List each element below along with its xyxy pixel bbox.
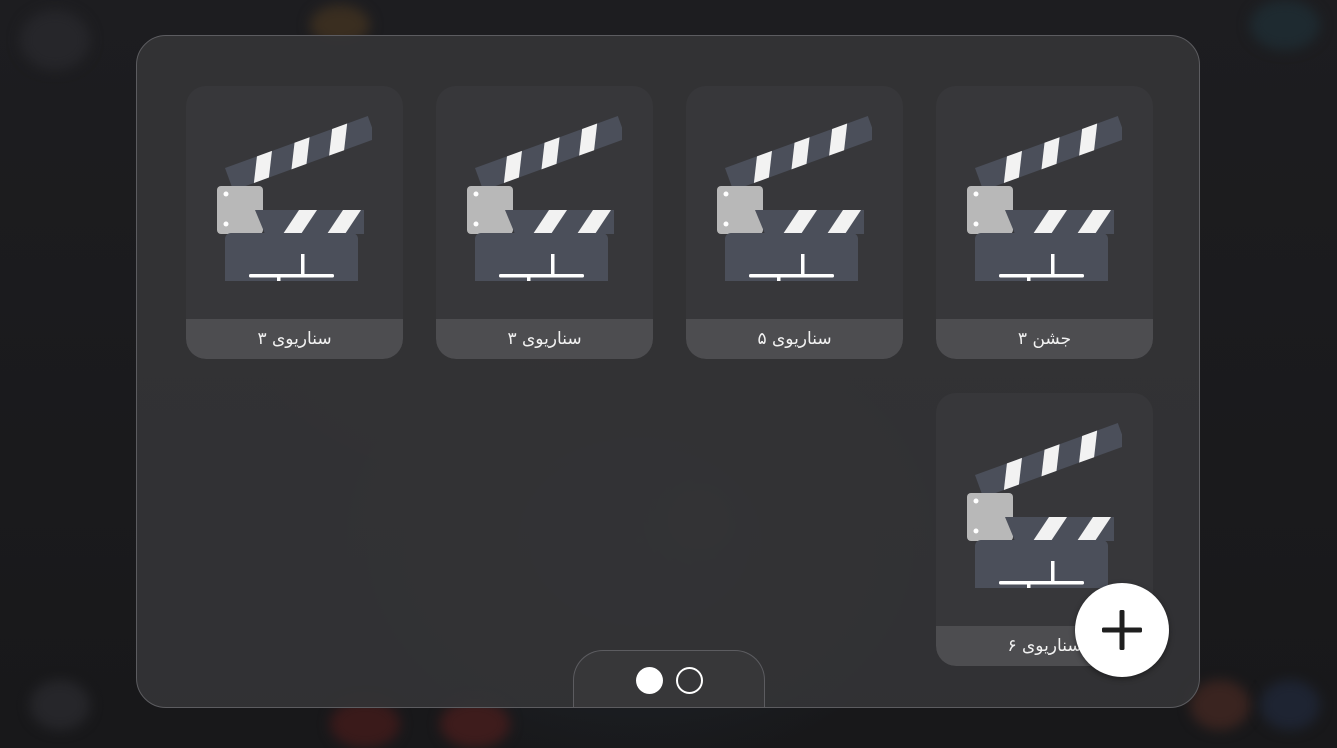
scenario-label-bar: جشن ۳ — [936, 319, 1153, 359]
clapperboard-icon — [467, 106, 627, 311]
scenario-label: جشن ۳ — [1017, 329, 1072, 349]
clapperboard-icon — [717, 106, 877, 311]
background-blur-spot — [1190, 680, 1250, 730]
scenario-label: سناریوی ۳ — [507, 329, 582, 349]
page-indicator — [573, 650, 765, 707]
plus-icon — [1102, 610, 1142, 650]
scenario-card-1[interactable]: جشن ۳ — [936, 86, 1153, 359]
add-scenario-button[interactable] — [1075, 583, 1169, 677]
background-blur-spot — [1250, 0, 1320, 50]
page-dot-2[interactable] — [676, 667, 703, 694]
page-dot-1[interactable] — [636, 667, 663, 694]
clapperboard-icon — [967, 106, 1127, 311]
scenario-card-3[interactable]: سناریوی ۳ — [436, 86, 653, 359]
clapperboard-icon — [967, 413, 1127, 618]
scenario-label-bar: سناریوی ۳ — [186, 319, 403, 359]
scenario-label: سناریوی ۳ — [257, 329, 332, 349]
scenario-card-4[interactable]: سناریوی ۳ — [186, 86, 403, 359]
scenario-card-2[interactable]: سناریوی ۵ — [686, 86, 903, 359]
scenario-panel: جشن ۳ سناریوی ۵ سناریوی ۳ سناریوی ۳ سنار… — [136, 35, 1200, 708]
scenario-label-bar: سناریوی ۳ — [436, 319, 653, 359]
scenario-label: سناریوی ۶ — [1007, 636, 1082, 656]
clapperboard-icon — [217, 106, 377, 311]
background-blur-spot — [1260, 680, 1320, 730]
scenario-label: سناریوی ۵ — [757, 329, 832, 349]
background-blur-spot — [30, 680, 90, 730]
scenario-label-bar: سناریوی ۵ — [686, 319, 903, 359]
background-blur-spot — [20, 10, 90, 70]
